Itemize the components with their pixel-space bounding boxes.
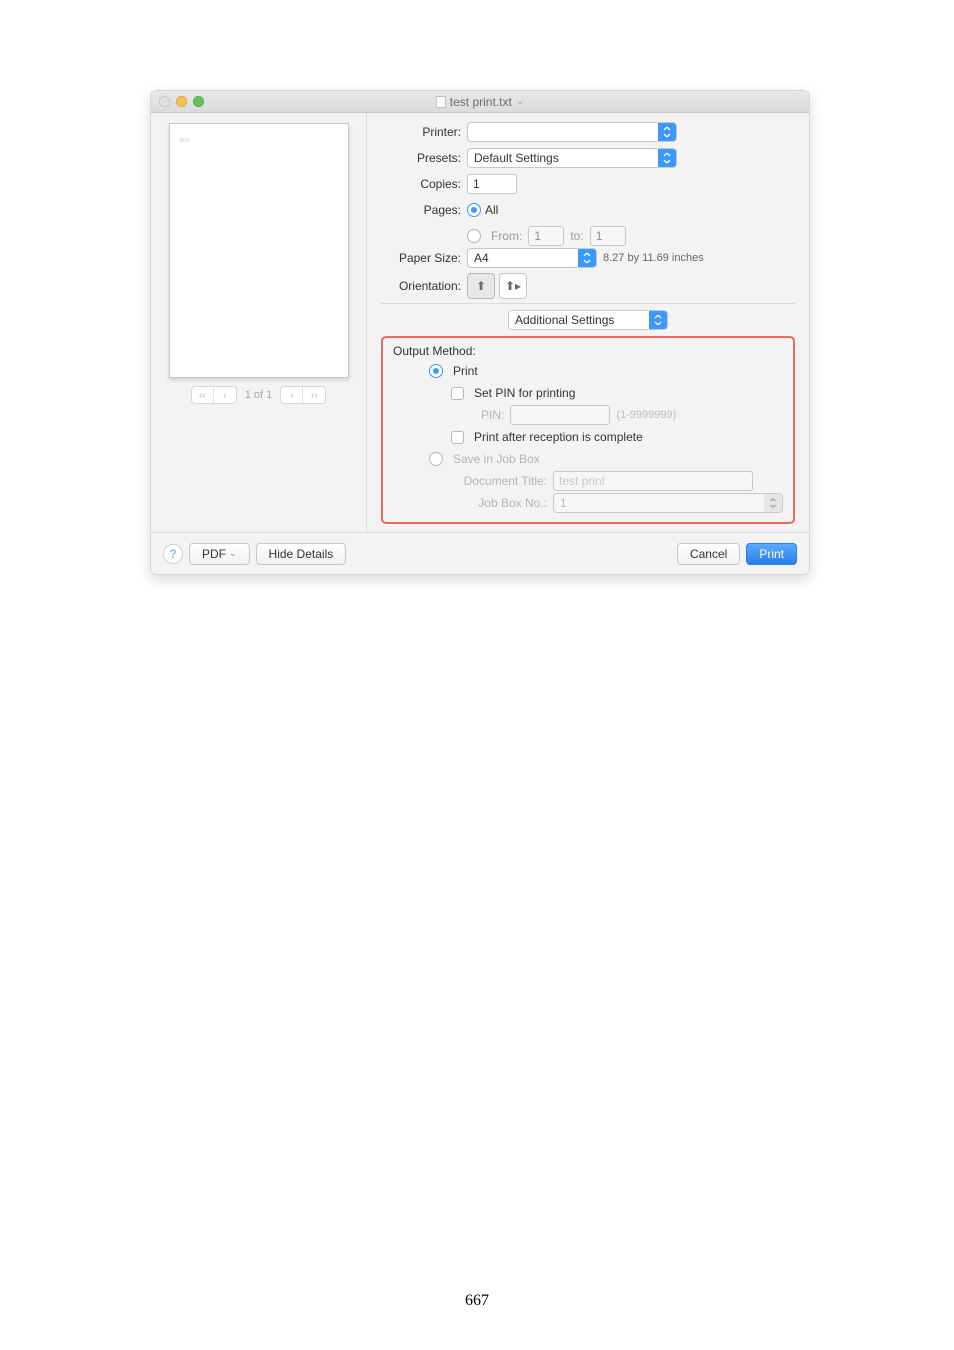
pin-input[interactable] [510,405,610,425]
copies-input[interactable]: 1 [467,174,517,194]
help-button[interactable]: ? [163,544,183,564]
orientation-label: Orientation: [381,279,467,293]
copies-label: Copies: [381,177,467,191]
to-label: to: [570,229,583,243]
next-page-buttons[interactable]: ››› [280,386,326,404]
document-icon [436,96,446,108]
set-pin-checkbox[interactable] [451,387,464,400]
zoom-icon[interactable] [193,96,204,107]
doc-title-input[interactable]: test print [553,471,753,491]
preview-pane: test ‹‹‹ 1 of 1 ››› [151,113,367,532]
print-button[interactable]: Print [746,543,797,565]
jobbox-no-label: Job Box No.: [449,496,547,510]
printer-label: Printer: [381,125,467,139]
section-select[interactable]: Additional Settings [508,310,668,330]
preview-page: test [169,123,349,378]
dialog-footer: ? PDF⌄ Hide Details Cancel Print [151,532,809,574]
pin-label: PIN: [481,408,504,422]
pin-hint: (1-9999999) [616,409,676,421]
papersize-select[interactable]: A4 [467,248,597,268]
presets-select[interactable]: Default Settings [467,148,677,168]
cancel-button[interactable]: Cancel [677,543,740,565]
jobbox-no-select[interactable]: 1 [553,493,783,513]
papersize-label: Paper Size: [381,251,467,265]
minimize-icon[interactable] [176,96,187,107]
printer-select[interactable] [467,122,677,142]
pages-all-radio[interactable] [467,203,481,217]
window-title: test print.txt [450,95,512,109]
pdf-menu-button[interactable]: PDF⌄ [189,543,250,565]
output-print-radio[interactable] [429,364,443,378]
output-method-label: Output Method: [393,344,783,358]
page-indicator: 1 of 1 [245,389,273,401]
prev-page-buttons[interactable]: ‹‹‹ [191,386,237,404]
orientation-landscape[interactable]: ⬆︎▸ [499,273,527,299]
hide-details-button[interactable]: Hide Details [256,543,347,565]
pages-label: Pages: [381,203,467,217]
pages-range-radio[interactable] [467,229,481,243]
output-method-group: Output Method: Print Set PIN for printin… [381,336,795,524]
papersize-info: 8.27 by 11.69 inches [603,252,704,264]
page-number: 667 [0,1292,954,1310]
title-dropdown-icon[interactable]: ⌄ [516,96,524,107]
doc-title-label: Document Title: [449,474,547,488]
save-jobbox-label: Save in Job Box [453,452,540,466]
close-icon[interactable] [159,96,170,107]
save-jobbox-radio[interactable] [429,452,443,466]
print-dialog: test print.txt ⌄ test ‹‹‹ 1 of 1 ››› [150,90,810,575]
orientation-portrait[interactable]: ⬆︎ [467,273,495,299]
from-input[interactable]: 1 [528,226,564,246]
titlebar: test print.txt ⌄ [151,91,809,113]
output-print-label: Print [453,364,478,378]
set-pin-label: Set PIN for printing [474,386,575,400]
presets-label: Presets: [381,151,467,165]
pages-all-label: All [485,203,498,217]
print-after-label: Print after reception is complete [474,430,643,444]
to-input[interactable]: 1 [590,226,626,246]
from-label: From: [491,229,522,243]
print-after-checkbox[interactable] [451,431,464,444]
